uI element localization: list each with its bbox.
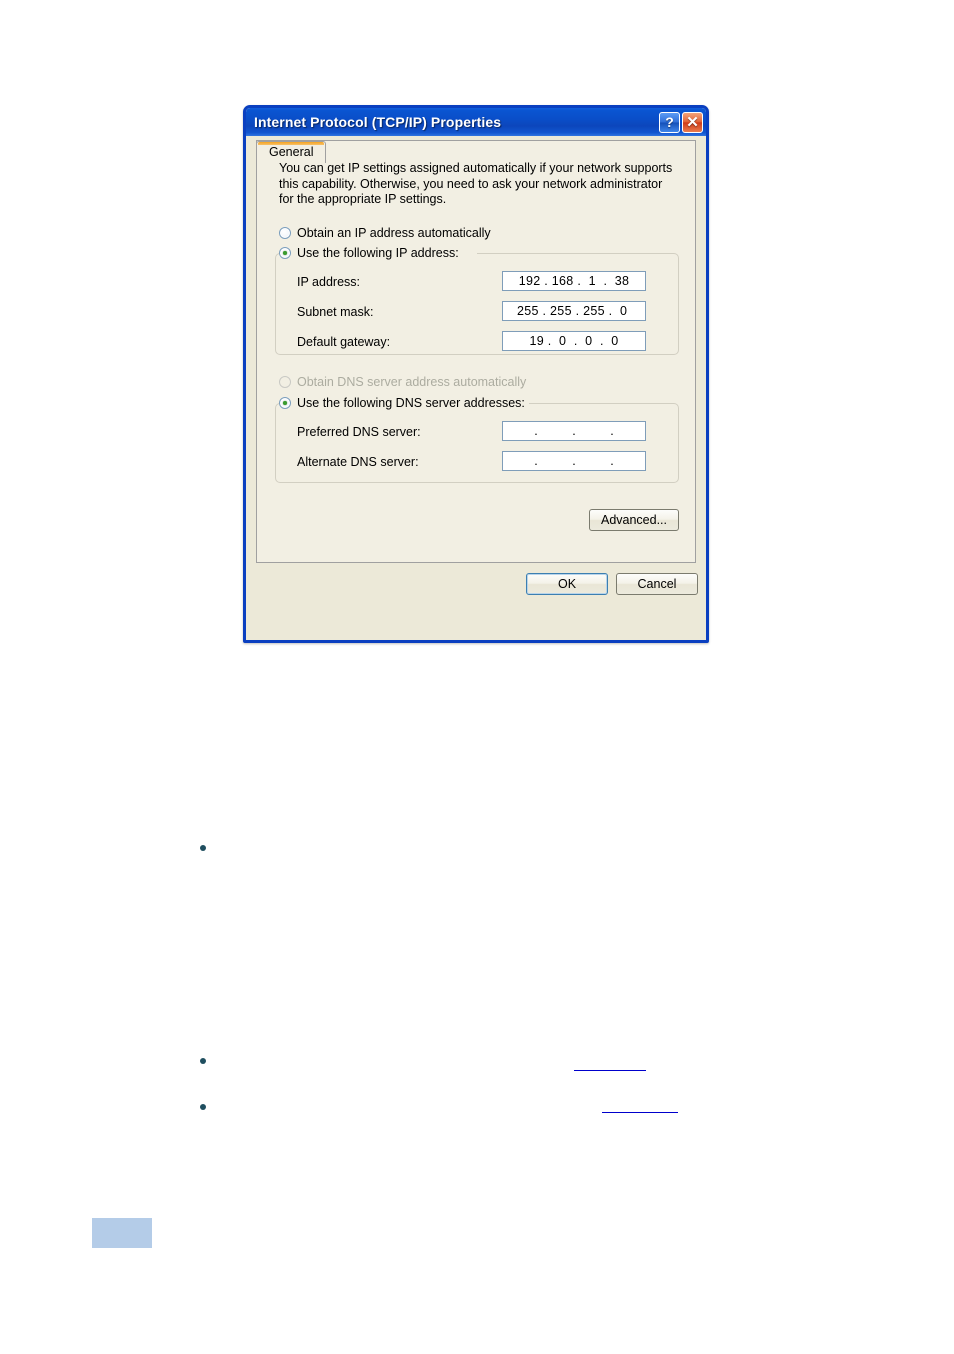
dns-settings-groupbox	[275, 403, 679, 483]
radio-use-following-ip[interactable]: Use the following IP address:	[279, 246, 459, 260]
input-subnet-mask[interactable]: 255 . 255 . 255 . 0	[502, 301, 646, 321]
ok-button[interactable]: OK	[526, 573, 608, 595]
hyperlink-underline[interactable]	[602, 1112, 678, 1113]
radio-indicator-obtain-ip	[279, 227, 291, 239]
input-preferred-dns[interactable]: . . .	[502, 421, 646, 441]
advanced-button[interactable]: Advanced...	[589, 509, 679, 531]
dialog-title: Internet Protocol (TCP/IP) Properties	[254, 114, 502, 130]
intro-text: You can get IP settings assigned automat…	[279, 161, 673, 206]
input-ip-address[interactable]: 192 . 168 . 1 . 38	[502, 271, 646, 291]
label-subnet-mask: Subnet mask:	[297, 305, 374, 319]
close-icon[interactable]: ✕	[682, 111, 703, 133]
radio-label-obtain-dns: Obtain DNS server address automatically	[297, 375, 527, 389]
help-icon[interactable]: ?	[659, 111, 680, 133]
tcpip-properties-dialog: Internet Protocol (TCP/IP) Properties ? …	[243, 105, 709, 643]
selection-highlight-box	[92, 1218, 152, 1248]
dot-separator: .	[610, 424, 614, 438]
radio-obtain-ip-automatically[interactable]: Obtain an IP address automatically	[279, 226, 491, 240]
label-alternate-dns: Alternate DNS server:	[297, 455, 419, 469]
cancel-button[interactable]: Cancel	[616, 573, 698, 595]
radio-label-obtain-ip: Obtain an IP address automatically	[297, 226, 491, 240]
list-item-bullet	[200, 1104, 206, 1110]
tab-general[interactable]: General	[256, 141, 327, 163]
dot-separator: .	[610, 454, 614, 468]
list-item-bullet	[200, 845, 206, 851]
radio-label-use-following-dns: Use the following DNS server addresses:	[297, 396, 525, 410]
label-ip-address: IP address:	[297, 275, 361, 289]
hyperlink-underline[interactable]	[574, 1070, 646, 1071]
radio-obtain-dns-automatically[interactable]: Obtain DNS server address automatically	[279, 375, 526, 389]
dot-separator: .	[534, 454, 538, 468]
radio-indicator-use-following-ip	[279, 247, 291, 259]
input-default-gateway[interactable]: 19 . 0 . 0 . 0	[502, 331, 646, 351]
tab-page-general: You can get IP settings assigned automat…	[256, 140, 696, 563]
label-default-gateway: Default gateway:	[297, 335, 391, 349]
radio-label-use-following-ip: Use the following IP address:	[297, 246, 459, 260]
radio-use-following-dns[interactable]: Use the following DNS server addresses:	[279, 396, 525, 410]
dot-separator: .	[572, 424, 576, 438]
dot-separator: .	[572, 454, 576, 468]
input-alternate-dns[interactable]: . . .	[502, 451, 646, 471]
radio-indicator-use-following-dns	[279, 397, 291, 409]
radio-indicator-obtain-dns	[279, 376, 291, 388]
label-preferred-dns: Preferred DNS server:	[297, 425, 421, 439]
dot-separator: .	[534, 424, 538, 438]
dialog-titlebar[interactable]: Internet Protocol (TCP/IP) Properties ? …	[246, 108, 706, 136]
list-item-bullet	[200, 1058, 206, 1064]
